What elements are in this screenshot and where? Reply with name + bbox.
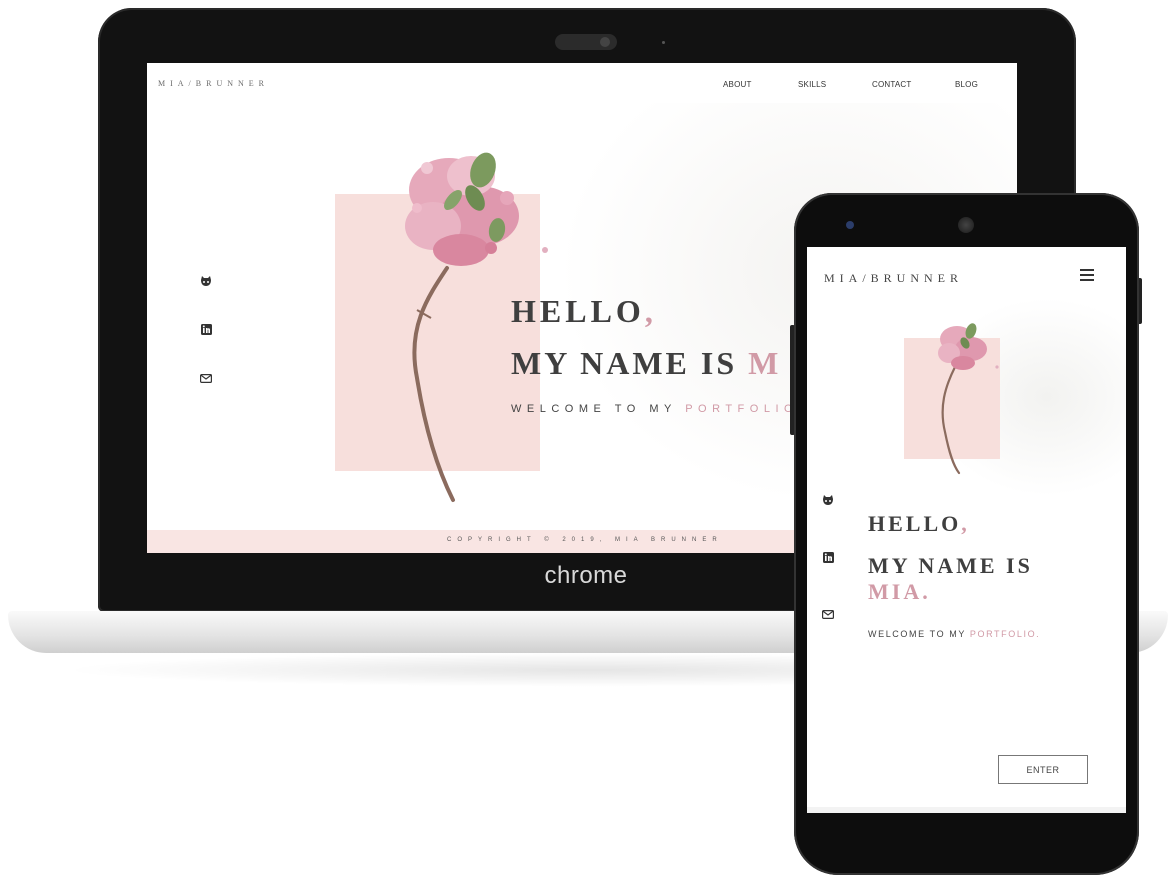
nav-about[interactable]: ABOUT xyxy=(723,80,752,89)
mobile-linkedin-icon[interactable] xyxy=(821,550,835,564)
enter-button[interactable]: ENTER xyxy=(998,755,1088,784)
nav-skills[interactable]: SKILLS xyxy=(798,80,826,89)
phone-screen: MIA/BRUNNER HELLO, MY NAME IS MIA. WELCOM… xyxy=(807,247,1126,813)
nav-contact[interactable]: CONTACT xyxy=(872,80,911,89)
mobile-footer-strip xyxy=(807,807,1126,813)
copyright-text: COPYRIGHT © 2019, MIA BRUNNER xyxy=(447,537,723,543)
mobile-site-logo[interactable]: MIA/BRUNNER xyxy=(824,271,963,286)
laptop-light-sensor xyxy=(662,41,665,44)
phone-front-camera xyxy=(846,221,854,229)
mobile-flower-image xyxy=(938,323,999,475)
site-logo[interactable]: MIA/BRUNNER xyxy=(158,79,269,88)
mobile-hero-name-heading: MY NAME IS MIA. xyxy=(868,553,1033,604)
mobile-mail-icon[interactable] xyxy=(821,607,835,621)
nav-blog[interactable]: BLOG xyxy=(955,80,978,89)
hero-name-heading: MY NAME IS M xyxy=(511,345,782,381)
laptop-webcam-lens xyxy=(600,37,610,47)
mail-icon[interactable] xyxy=(199,371,213,385)
chrome-brand-label: chrome xyxy=(544,562,628,589)
github-icon[interactable] xyxy=(199,274,213,288)
hero-hello-heading: HELLO, xyxy=(511,293,657,329)
mobile-github-icon[interactable] xyxy=(821,493,835,507)
hamburger-icon[interactable] xyxy=(1080,269,1094,281)
hero-welcome-text: WELCOME TO MY PORTFOLIO. xyxy=(511,403,807,415)
mobile-hero-welcome-text: WELCOME TO MY PORTFOLIO. xyxy=(868,629,1041,639)
mobile-hero-hello-heading: HELLO, xyxy=(868,511,970,536)
phone-speaker xyxy=(958,217,974,233)
linkedin-icon[interactable] xyxy=(199,322,213,336)
